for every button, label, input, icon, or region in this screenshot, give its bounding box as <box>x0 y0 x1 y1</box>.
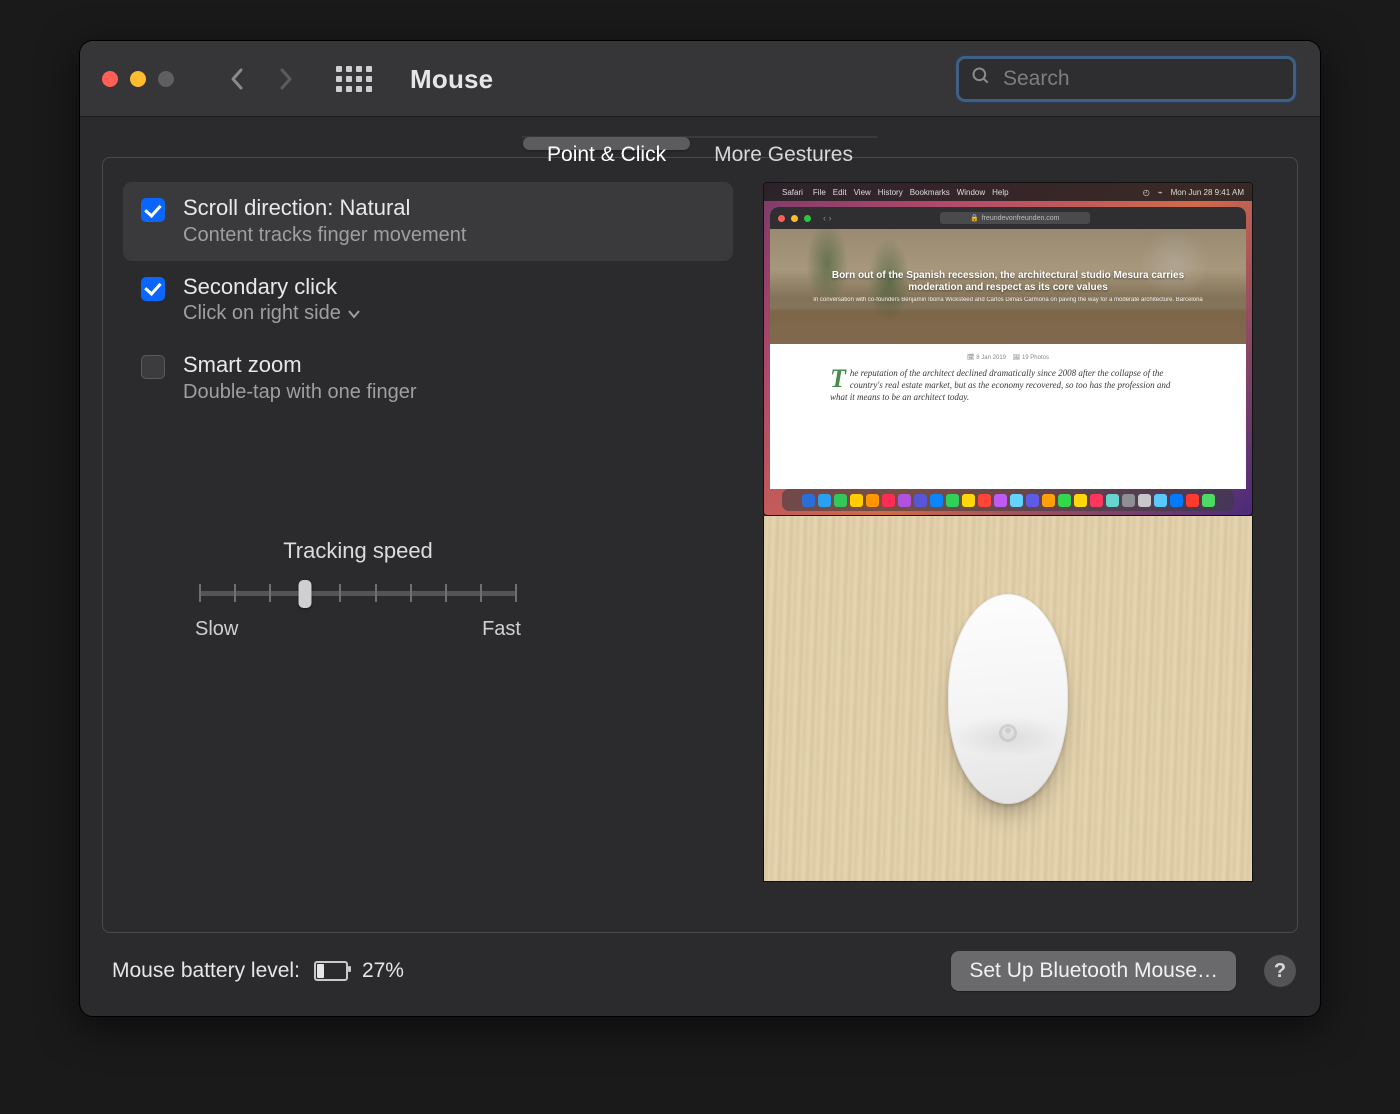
option-subtitle: Content tracks finger movement <box>183 224 466 247</box>
help-button[interactable]: ? <box>1264 955 1296 987</box>
battery-icon <box>314 961 348 981</box>
option-subtitle-dropdown[interactable]: Click on right side <box>183 302 361 325</box>
preview-article-body: The reputation of the architect declined… <box>830 367 1186 403</box>
window-title: Mouse <box>410 64 493 95</box>
back-button[interactable] <box>222 59 252 99</box>
tracking-speed-slider[interactable] <box>193 576 523 610</box>
options-list: Scroll direction: Natural Content tracks… <box>103 182 733 882</box>
battery-percent: 27% <box>362 959 404 983</box>
preview-hero-title: Born out of the Spanish recession, the a… <box>810 270 1206 294</box>
preview-article-meta: 🗓 8 Jan 2019 🖼 19 Photos <box>830 354 1186 361</box>
slider-max-label: Fast <box>482 618 521 641</box>
preview-hero-sub: In conversation with co-founders Benjami… <box>813 297 1203 303</box>
preferences-window: Mouse Point & Click More Gestures Scr <box>79 40 1321 1017</box>
tab-more-gestures[interactable]: More Gestures <box>690 137 877 150</box>
content-area: Point & Click More Gestures Scroll direc… <box>80 117 1320 1016</box>
battery-label: Mouse battery level: <box>112 959 300 983</box>
option-subtitle: Double-tap with one finger <box>183 381 416 404</box>
minimize-window-button[interactable] <box>130 71 146 87</box>
option-title: Secondary click <box>183 273 361 301</box>
close-window-button[interactable] <box>102 71 118 87</box>
preview-dock <box>782 489 1234 511</box>
show-all-prefs-button[interactable] <box>336 66 372 92</box>
checkbox-smart-zoom[interactable] <box>141 355 165 379</box>
window-controls <box>102 71 174 87</box>
preview-browser: ‹ › 🔒freundevonfreunden.com Born out of … <box>770 207 1246 489</box>
option-secondary-click[interactable]: Secondary click Click on right side <box>123 261 733 340</box>
option-scroll-direction[interactable]: Scroll direction: Natural Content tracks… <box>123 182 733 261</box>
preview-magic-mouse <box>948 594 1068 804</box>
slider-knob[interactable] <box>298 580 311 608</box>
titlebar: Mouse <box>80 41 1320 117</box>
checkbox-secondary-click[interactable] <box>141 277 165 301</box>
checkbox-scroll-direction[interactable] <box>141 198 165 222</box>
tracking-speed-block: Tracking speed Slow Fast <box>193 538 523 641</box>
preview-menubar: Safari FileEditViewHistoryBookmarksWindo… <box>764 183 1252 201</box>
option-smart-zoom[interactable]: Smart zoom Double-tap with one finger <box>123 339 733 418</box>
tab-point-and-click[interactable]: Point & Click <box>523 137 690 150</box>
chevron-down-icon <box>347 309 361 319</box>
footer: Mouse battery level: 27% Set Up Bluetoot… <box>80 933 1320 1013</box>
option-title: Scroll direction: Natural <box>183 194 466 222</box>
option-title: Smart zoom <box>183 351 416 379</box>
tab-bar: Point & Click More Gestures <box>521 135 879 139</box>
slider-label: Tracking speed <box>193 538 523 564</box>
control-center-icon: ⌁ <box>1158 188 1163 197</box>
preview-desk <box>763 516 1253 882</box>
wifi-icon: ◴ <box>1143 188 1150 197</box>
forward-button <box>270 59 300 99</box>
zoom-window-button <box>158 71 174 87</box>
search-input[interactable] <box>1001 66 1281 92</box>
settings-panel: Scroll direction: Natural Content tracks… <box>102 157 1298 933</box>
setup-bluetooth-mouse-button[interactable]: Set Up Bluetooth Mouse… <box>951 951 1236 991</box>
gesture-preview: Safari FileEditViewHistoryBookmarksWindo… <box>763 182 1253 882</box>
search-field[interactable] <box>956 56 1296 102</box>
preview-screen: Safari FileEditViewHistoryBookmarksWindo… <box>763 182 1253 516</box>
search-icon <box>971 66 991 92</box>
slider-min-label: Slow <box>195 618 238 641</box>
preview-address-bar: 🔒freundevonfreunden.com <box>940 212 1090 224</box>
